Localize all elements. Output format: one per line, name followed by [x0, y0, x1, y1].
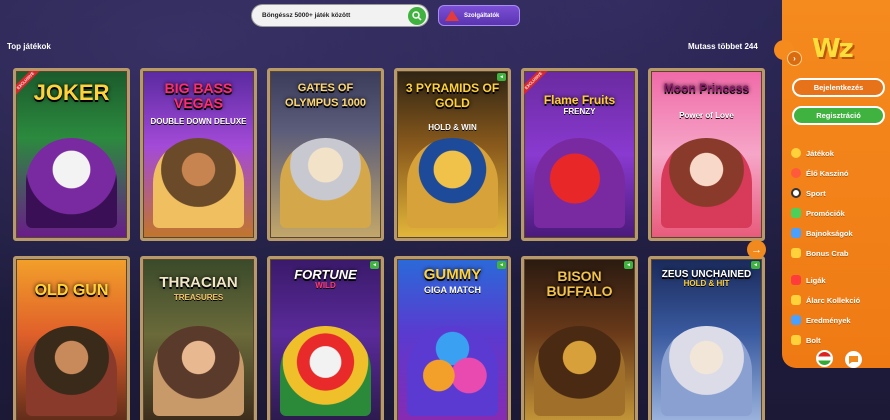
arrow-right-icon: → [751, 243, 762, 256]
game-art [661, 138, 752, 228]
game-title: Moon Princess [663, 81, 750, 95]
league-icon [791, 275, 801, 285]
sidebar-item-label: Bolt [806, 335, 821, 345]
game-art [26, 326, 117, 416]
register-button[interactable]: Regisztráció [792, 106, 885, 125]
cup-icon [791, 228, 801, 238]
game-art [661, 326, 752, 416]
gift-icon [791, 208, 801, 218]
mask-icon [791, 295, 801, 305]
crab-icon [791, 248, 801, 258]
shop-icon [791, 335, 801, 345]
game-art [407, 326, 498, 416]
game-subtitle: TREASURES [173, 293, 224, 302]
game-subtitle: FRENZY [563, 107, 596, 116]
providers-icon [445, 10, 459, 21]
game-tile[interactable]: EXCLUSIVE Flame Fruits FRENZY [521, 68, 638, 241]
sidebar-item-label: Eredmények [806, 315, 851, 325]
sidebar-item-jatekok[interactable]: Játékok [791, 143, 887, 163]
game-title: GUMMY [423, 266, 482, 283]
game-tile[interactable]: EXCLUSIVE JOKER [13, 68, 130, 241]
search-bar[interactable] [251, 4, 429, 27]
game-title: Flame Fruits [543, 93, 616, 107]
game-art [534, 326, 625, 416]
game-subtitle: DOUBLE DOWN DELUXE [150, 117, 247, 126]
game-tile[interactable]: OLD GUN [13, 256, 130, 420]
sidebar-item-label: Játékok [806, 148, 834, 158]
game-tile[interactable]: ◂ GUMMY GIGA MATCH [394, 256, 511, 420]
sidebar-item-label: Álarc Kollekció [806, 295, 861, 305]
game-title: BISON BUFFALO [546, 268, 613, 299]
game-subtitle: GIGA MATCH [424, 285, 481, 295]
game-title: OLD GUN [34, 282, 109, 299]
game-subtitle: Power of Love [679, 111, 734, 120]
sidebar-item-label: Sport [806, 188, 826, 198]
game-art [280, 138, 371, 228]
sidebar-item-sport[interactable]: Sport [791, 183, 887, 203]
providers-label: Szolgáltatók [464, 12, 500, 19]
providers-button[interactable]: Szolgáltatók [438, 5, 520, 26]
login-button[interactable]: Bejelentkezés [792, 78, 885, 97]
game-art [153, 326, 244, 416]
sidebar-item-elo-kaszino[interactable]: Élő Kaszinó [791, 163, 887, 183]
coin-icon [791, 148, 801, 158]
game-tile[interactable]: ◂ ZEUS UNCHAINED HOLD & HIT [648, 256, 765, 420]
sidebar-item-label: Bonus Crab [806, 248, 849, 258]
game-art [153, 138, 244, 228]
game-tile[interactable]: ◂ FORTUNE WILD [267, 256, 384, 420]
sidebar-item-label: Élő Kaszinó [806, 168, 849, 178]
sidebar-collapse-button[interactable]: › [787, 51, 802, 66]
sidebar-item-promociok[interactable]: Promóciók [791, 203, 887, 223]
menu-divider [791, 263, 887, 270]
search-button[interactable] [408, 7, 426, 25]
sidebar-item-label: Bajnokságok [806, 228, 853, 238]
search-icon [412, 11, 422, 21]
show-more-link[interactable]: Mutass többet 244 [688, 42, 758, 51]
chat-icon [849, 355, 858, 364]
section-title: Top játékok [7, 42, 51, 51]
sidebar-item-bajnoksagok[interactable]: Bajnokságok [791, 223, 887, 243]
sidebar-item-alarc-kollekcio[interactable]: Álarc Kollekció [791, 290, 887, 310]
quick-play-badge: ◂ [497, 73, 506, 81]
sidebar-item-label: Ligák [806, 275, 826, 285]
game-title: BIG BASS VEGAS [164, 80, 233, 111]
search-input[interactable] [262, 12, 402, 19]
sidebar-item-bolt[interactable]: Bolt [791, 330, 887, 350]
game-art [407, 138, 498, 228]
game-art [26, 138, 117, 228]
game-art [280, 326, 371, 416]
game-subtitle: HOLD & HIT [683, 279, 730, 288]
game-tile[interactable]: ◂ BISON BUFFALO [521, 256, 638, 420]
sidebar-menu: Játékok Élő Kaszinó Sport Promóciók Bajn… [791, 143, 887, 350]
game-title: THRACIAN [159, 274, 238, 291]
game-title: JOKER [33, 80, 110, 105]
quick-play-badge: ◂ [624, 261, 633, 269]
game-tile[interactable]: ◂ 3 PYRAMIDS OF GOLD HOLD & WIN [394, 68, 511, 241]
game-art [534, 138, 625, 228]
sidebar-item-ligak[interactable]: Ligák [791, 270, 887, 290]
game-title: 3 PYRAMIDS OF GOLD [405, 81, 500, 110]
game-subtitle: WILD [315, 281, 336, 290]
game-title: FORTUNE [294, 267, 357, 282]
language-flag-icon[interactable] [816, 350, 833, 367]
site-logo[interactable]: Wz [812, 34, 854, 64]
chat-button[interactable] [845, 351, 862, 368]
carousel-next-button[interactable]: → [747, 240, 766, 259]
sidebar-item-eredmenyek[interactable]: Eredmények [791, 310, 887, 330]
sidebar-item-bonus-crab[interactable]: Bonus Crab [791, 243, 887, 263]
game-tile[interactable]: THRACIAN TREASURES [140, 256, 257, 420]
game-subtitle: HOLD & WIN [428, 123, 477, 132]
game-title: GATES OF OLYMPUS 1000 [285, 82, 366, 109]
chevron-right-icon: › [793, 54, 796, 63]
sidebar-item-label: Promóciók [806, 208, 845, 218]
game-tile[interactable]: GATES OF OLYMPUS 1000 [267, 68, 384, 241]
ball-icon [791, 188, 801, 198]
trophy-icon [791, 315, 801, 325]
chip-icon [791, 168, 801, 178]
game-tile[interactable]: BIG BASS VEGAS DOUBLE DOWN DELUXE [140, 68, 257, 241]
game-tile[interactable]: Moon Princess Power of Love [648, 68, 765, 241]
